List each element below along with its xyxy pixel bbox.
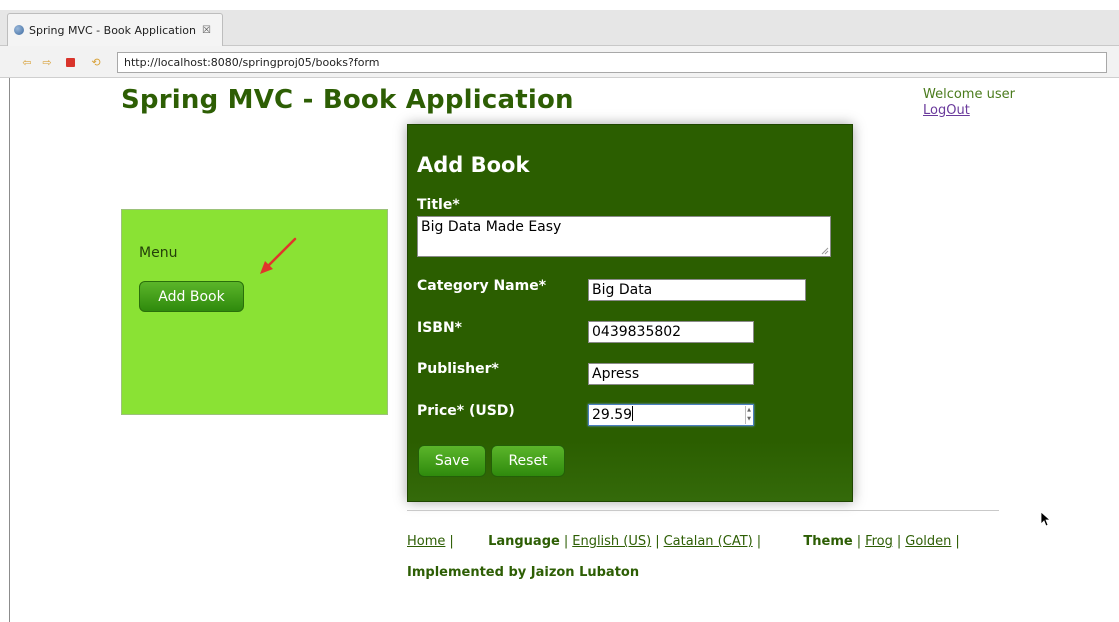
publisher-value: Apress — [592, 366, 640, 382]
add-book-form: Add Book Title* Big Data Made Easy Categ… — [407, 124, 853, 502]
publisher-label: Publisher* — [417, 361, 499, 377]
add-book-button[interactable]: Add Book — [139, 281, 244, 312]
stop-icon[interactable] — [66, 58, 75, 67]
tab-title: Spring MVC - Book Application — [29, 23, 196, 37]
url-bar[interactable]: http://localhost:8080/springproj05/books… — [117, 52, 1107, 73]
reset-button[interactable]: Reset — [491, 445, 565, 477]
welcome-text: Welcome user — [923, 87, 1015, 102]
browser-navbar: ⇦ ⇨ ⟲ http://localhost:8080/springproj05… — [0, 46, 1119, 78]
window-left-edge — [9, 78, 10, 622]
publisher-input[interactable]: Apress — [588, 363, 754, 385]
title-textarea[interactable]: Big Data Made Easy — [417, 216, 831, 257]
spinner-icon[interactable]: ▲ ▼ — [745, 406, 752, 424]
tab-close-icon[interactable]: ☒ — [202, 25, 211, 36]
category-value: Big Data — [592, 282, 653, 298]
form-heading: Add Book — [417, 153, 530, 177]
isbn-label: ISBN* — [417, 320, 463, 336]
separator: | — [856, 534, 862, 549]
frog-link[interactable]: Frog — [865, 534, 893, 549]
title-value: Big Data Made Easy — [421, 219, 562, 235]
credit-text: Implemented by Jaizon Lubaton — [407, 565, 640, 580]
isbn-value: 0439835802 — [592, 324, 682, 340]
price-label: Price* (USD) — [417, 403, 515, 419]
price-value: 29.59 — [592, 407, 633, 423]
globe-icon — [14, 25, 24, 35]
save-button[interactable]: Save — [418, 445, 486, 477]
price-input[interactable]: 29.59 ▲ ▼ — [588, 404, 754, 426]
text-caret — [632, 406, 634, 421]
resize-grip-icon[interactable] — [821, 247, 829, 255]
refresh-icon[interactable]: ⟲ — [90, 56, 102, 69]
golden-link[interactable]: Golden — [905, 534, 951, 549]
forward-icon[interactable]: ⇨ — [41, 56, 53, 69]
separator: | — [655, 534, 660, 549]
isbn-input[interactable]: 0439835802 — [588, 321, 754, 343]
back-icon[interactable]: ⇦ — [21, 56, 33, 69]
window-top-strip — [0, 0, 1119, 10]
separator: | — [896, 534, 902, 549]
separator: | — [756, 534, 762, 549]
mouse-cursor-icon — [1040, 511, 1052, 527]
logout-link[interactable]: LogOut — [923, 103, 970, 118]
category-label: Category Name* — [417, 278, 547, 294]
browser-tab[interactable]: Spring MVC - Book Application ☒ — [7, 13, 223, 46]
footer-nav: Home | Language | English (US) | Catalan (CAT… — [407, 534, 964, 549]
footer-divider — [407, 510, 999, 511]
page-title: Spring MVC - Book Application — [121, 85, 574, 115]
separator: | — [955, 534, 960, 549]
separator: | — [449, 534, 454, 549]
annotation-arrow-icon — [260, 237, 297, 274]
catalan-link[interactable]: Catalan (CAT) — [664, 534, 753, 549]
menu-label: Menu — [139, 245, 178, 261]
category-input[interactable]: Big Data — [588, 279, 806, 301]
home-link[interactable]: Home — [407, 534, 445, 549]
english-link[interactable]: English (US) — [572, 534, 651, 549]
title-label: Title* — [417, 197, 460, 213]
language-label: Language — [488, 534, 560, 549]
theme-label: Theme — [803, 534, 853, 549]
separator: | — [563, 534, 569, 549]
